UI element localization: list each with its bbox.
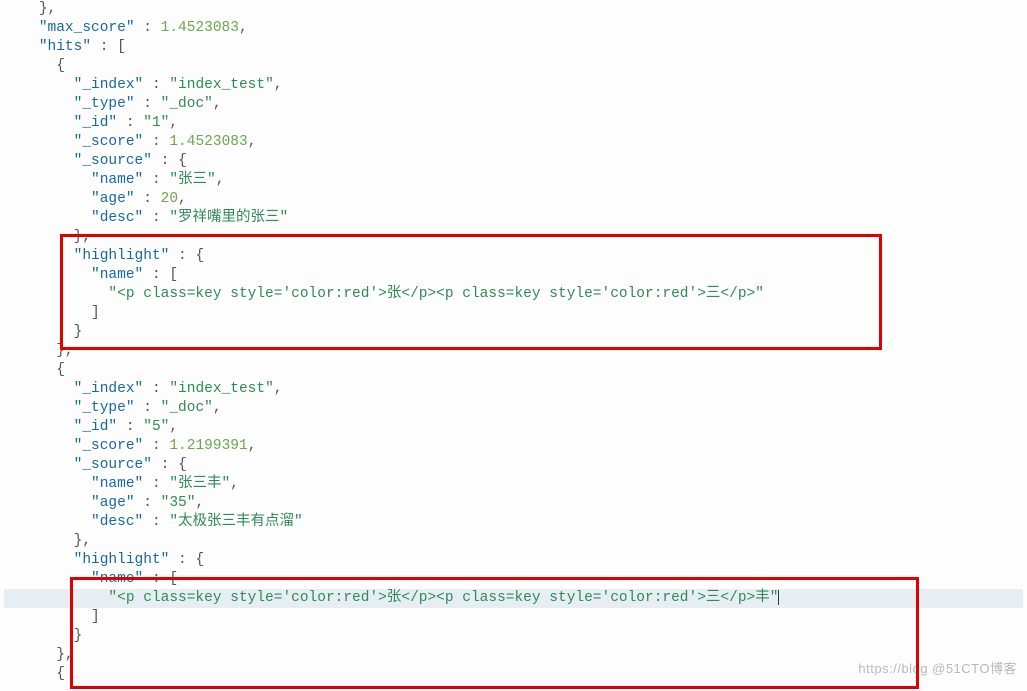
code-line: "max_score" : 1.4523083, [4,19,1023,38]
code-line: "<p class=key style='color:red'>张</p><p … [4,285,1023,304]
code-line: "age" : "35", [4,494,1023,513]
code-line: "_source" : { [4,152,1023,171]
code-line: }, [4,228,1023,247]
code-line: } [4,627,1023,646]
code-line: "hits" : [ [4,38,1023,57]
code-line: }, [4,532,1023,551]
code-line: "name" : [ [4,570,1023,589]
code-line: "name" : "张三", [4,171,1023,190]
code-line: "_type" : "_doc", [4,95,1023,114]
code-line: "highlight" : { [4,551,1023,570]
code-line: }, [4,342,1023,361]
code-line: "_type" : "_doc", [4,399,1023,418]
code-line: ] [4,304,1023,323]
code-line: } [4,323,1023,342]
code-line: "_id" : "5", [4,418,1023,437]
code-line: "_score" : 1.4523083, [4,133,1023,152]
code-line: ] [4,608,1023,627]
code-line: { [4,57,1023,76]
code-block: }, "max_score" : 1.4523083, "hits" : [ {… [0,0,1027,684]
code-line: "_score" : 1.2199391, [4,437,1023,456]
code-line: "name" : "张三丰", [4,475,1023,494]
code-line: "_source" : { [4,456,1023,475]
code-line: "desc" : "罗祥嘴里的张三" [4,209,1023,228]
code-line: "desc" : "太极张三丰有点溜" [4,513,1023,532]
code-line: "name" : [ [4,266,1023,285]
code-line: "_index" : "index_test", [4,380,1023,399]
code-line: }, [4,0,1023,19]
code-line: "_id" : "1", [4,114,1023,133]
watermark-text: https://blog @51CTO博客 [858,659,1017,678]
code-line: "_index" : "index_test", [4,76,1023,95]
code-line: "highlight" : { [4,247,1023,266]
code-line: { [4,361,1023,380]
text-cursor [778,590,779,605]
code-line: "age" : 20, [4,190,1023,209]
code-line-highlighted: "<p class=key style='color:red'>张</p><p … [4,589,1023,608]
